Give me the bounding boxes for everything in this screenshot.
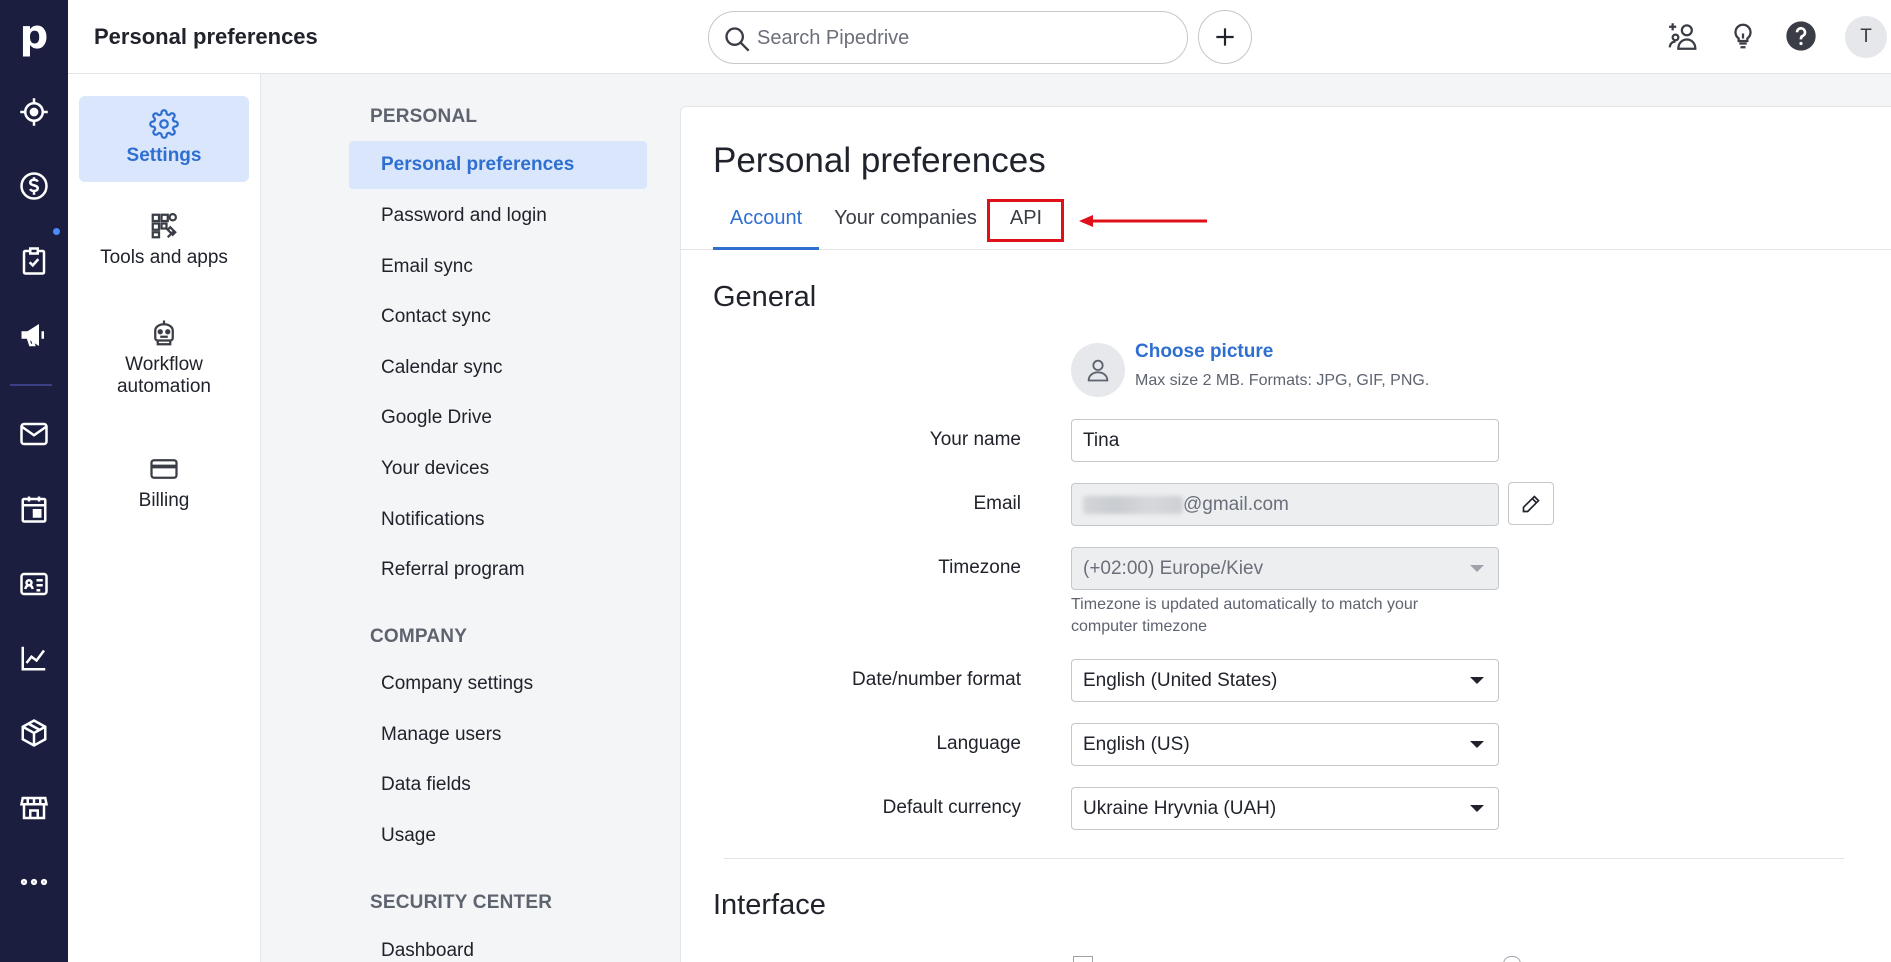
name-input[interactable]: Tina xyxy=(1071,419,1499,462)
chevron-down-icon xyxy=(1470,805,1484,812)
profile-picture-placeholder[interactable] xyxy=(1071,343,1125,397)
help-icon[interactable] xyxy=(1781,16,1821,56)
calendar-icon[interactable] xyxy=(14,489,54,529)
edit-email-button[interactable] xyxy=(1508,482,1554,525)
timezone-label: Timezone xyxy=(938,557,1021,578)
menu-section-company: COMPANY xyxy=(370,626,468,647)
quick-add-button[interactable] xyxy=(1198,10,1252,64)
language-label: Language xyxy=(936,733,1021,754)
menu-item-contact-sync[interactable]: Contact sync xyxy=(349,293,647,341)
mail-icon[interactable] xyxy=(14,414,54,454)
category-label: Billing xyxy=(138,490,190,511)
menu-item-usage[interactable]: Usage xyxy=(349,812,647,860)
checkbox-partial[interactable] xyxy=(1073,956,1093,962)
search-bar[interactable] xyxy=(708,11,1188,64)
plus-icon xyxy=(1216,28,1234,46)
search-input[interactable] xyxy=(757,20,1157,56)
tab-your-companies[interactable]: Your companies xyxy=(833,197,978,250)
timezone-hint: Timezone is updated automatically to mat… xyxy=(1071,596,1419,635)
category-tools-and-apps[interactable]: Tools and apps xyxy=(79,211,249,291)
chart-icon[interactable] xyxy=(14,638,54,678)
email-label: Email xyxy=(973,493,1021,514)
store-icon[interactable] xyxy=(14,788,54,828)
date-format-select[interactable]: English (United States) xyxy=(1071,659,1499,702)
search-icon xyxy=(725,27,750,52)
chevron-down-icon xyxy=(1470,741,1484,748)
section-divider xyxy=(724,858,1844,859)
menu-section-security-center: SECURITY CENTER xyxy=(370,892,553,913)
category-billing[interactable]: Billing xyxy=(79,454,249,534)
top-bar: Personal preferences T xyxy=(68,0,1891,74)
pipedrive-logo[interactable]: p xyxy=(14,12,54,58)
menu-item-email-sync[interactable]: Email sync xyxy=(349,243,647,291)
choose-picture-link[interactable]: Choose picture xyxy=(1135,341,1273,363)
name-value: Tina xyxy=(1083,430,1120,451)
radio-partial[interactable] xyxy=(1503,956,1521,962)
date-format-label: Date/number format xyxy=(852,669,1021,690)
category-label: Tools and apps xyxy=(100,247,228,268)
annotation-arrow xyxy=(1079,215,1207,227)
contacts-icon[interactable] xyxy=(14,564,54,604)
language-select[interactable]: English (US) xyxy=(1071,723,1499,766)
menu-item-google-drive[interactable]: Google Drive xyxy=(349,394,647,442)
user-icon xyxy=(1087,359,1109,382)
api-tab-highlight-box xyxy=(987,199,1064,242)
redacted-email-prefix xyxy=(1083,495,1183,514)
category-label: Workflow automation xyxy=(116,354,211,397)
menu-item-manage-users[interactable]: Manage users xyxy=(349,711,647,759)
general-section-title: General xyxy=(713,281,817,313)
pencil-icon xyxy=(1522,494,1540,512)
currency-select[interactable]: Ukraine Hryvnia (UAH) xyxy=(1071,787,1499,830)
menu-item-your-devices[interactable]: Your devices xyxy=(349,445,647,493)
menu-item-data-fields[interactable]: Data fields xyxy=(349,761,647,809)
target-icon[interactable] xyxy=(14,92,54,132)
user-avatar[interactable]: T xyxy=(1845,16,1887,58)
name-label: Your name xyxy=(929,429,1021,450)
currency-value: Ukraine Hryvnia (UAH) xyxy=(1083,798,1277,819)
menu-item-personal-preferences[interactable]: Personal preferences xyxy=(349,141,647,189)
invite-users-icon[interactable] xyxy=(1664,16,1704,56)
rail-divider xyxy=(10,384,52,386)
preferences-card: Personal preferences Account Your compan… xyxy=(680,106,1891,962)
card-icon xyxy=(150,459,178,479)
box-icon[interactable] xyxy=(14,713,54,753)
dollar-icon[interactable] xyxy=(14,166,54,206)
megaphone-icon[interactable] xyxy=(14,315,54,355)
language-value: English (US) xyxy=(1083,734,1190,755)
category-label: Settings xyxy=(126,145,202,166)
timezone-select: (+02:00) Europe/Kiev xyxy=(1071,547,1499,590)
email-input: @gmail.com xyxy=(1071,483,1499,526)
notification-dot xyxy=(53,228,60,235)
date-format-value: English (United States) xyxy=(1083,670,1278,691)
category-workflow-automation[interactable]: Workflow automation xyxy=(79,318,249,423)
tab-account[interactable]: Account xyxy=(713,197,819,250)
chevron-down-icon xyxy=(1470,677,1484,684)
interface-section-title: Interface xyxy=(713,889,826,921)
settings-category-column: Settings Tools and apps Workflow automat… xyxy=(68,74,261,962)
tools-icon xyxy=(151,213,177,239)
menu-item-calendar-sync[interactable]: Calendar sync xyxy=(349,344,647,392)
currency-label: Default currency xyxy=(882,797,1021,818)
more-icon[interactable] xyxy=(14,862,54,902)
menu-item-notifications[interactable]: Notifications xyxy=(349,496,647,544)
nav-rail: p xyxy=(0,0,68,962)
category-settings[interactable]: Settings xyxy=(79,96,249,182)
lightbulb-icon[interactable] xyxy=(1723,16,1763,56)
gear-icon xyxy=(149,109,179,139)
picture-hint: Max size 2 MB. Formats: JPG, GIF, PNG. xyxy=(1135,372,1430,389)
menu-item-company-settings[interactable]: Company settings xyxy=(349,660,647,708)
timezone-value: (+02:00) Europe/Kiev xyxy=(1083,558,1264,579)
email-value: @gmail.com xyxy=(1183,494,1289,515)
card-title: Personal preferences xyxy=(713,141,1046,180)
tab-bar: Account Your companies API xyxy=(681,197,1891,250)
menu-item-dashboard[interactable]: Dashboard xyxy=(349,927,647,962)
page-title: Personal preferences xyxy=(94,24,318,49)
menu-item-referral-program[interactable]: Referral program xyxy=(349,546,647,594)
robot-icon xyxy=(154,320,174,346)
chevron-down-icon xyxy=(1470,565,1484,572)
menu-item-password-and-login[interactable]: Password and login xyxy=(349,192,647,240)
tasks-icon[interactable] xyxy=(14,241,54,281)
menu-section-personal: PERSONAL xyxy=(370,106,478,127)
